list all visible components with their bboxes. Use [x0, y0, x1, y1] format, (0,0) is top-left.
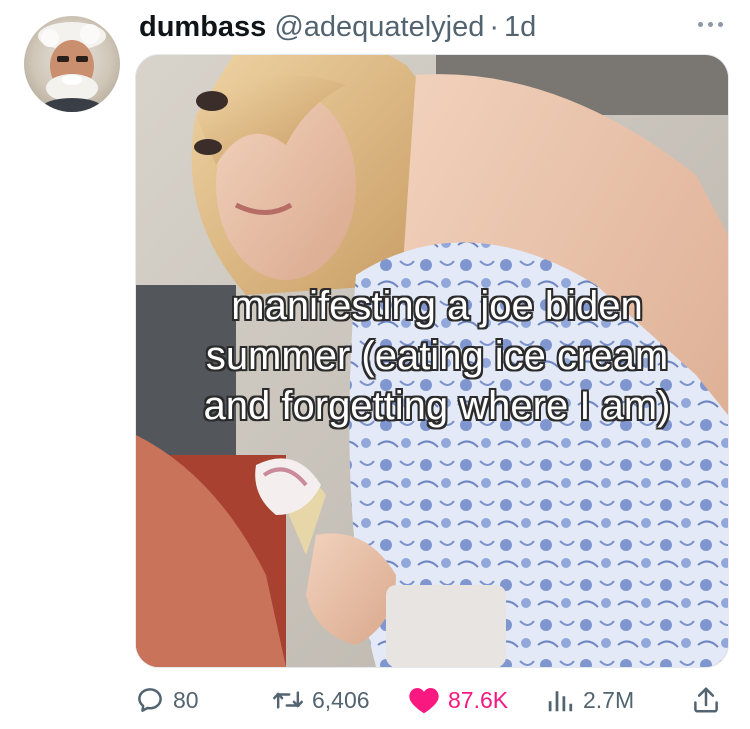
- views-button[interactable]: 2.7M: [545, 680, 634, 720]
- repost-count: 6,406: [312, 686, 370, 713]
- image-caption: manifesting a joe biden summer (eating i…: [152, 281, 722, 431]
- like-count: 87.6K: [448, 686, 509, 713]
- caption-line: and forgetting where I am): [203, 384, 671, 428]
- repost-arrows-icon: [272, 691, 304, 709]
- caption-line: manifesting a joe biden: [231, 284, 643, 328]
- action-bar: 80 6,406 87.6K 2.7M: [135, 680, 727, 720]
- separator-dot: ·: [489, 11, 500, 43]
- reply-count: 80: [173, 686, 199, 713]
- repost-button[interactable]: 6,406: [272, 680, 370, 720]
- reply-bubble-icon: [138, 688, 162, 712]
- display-name[interactable]: dumbass: [139, 10, 266, 44]
- reply-button[interactable]: 80: [135, 680, 199, 720]
- tweet[interactable]: dumbass @adequatelyjed · 1d manifesting …: [0, 0, 750, 729]
- views-count: 2.7M: [583, 686, 635, 713]
- share-button[interactable]: [691, 680, 721, 720]
- avatar[interactable]: [24, 16, 120, 112]
- like-button[interactable]: 87.6K: [408, 680, 508, 720]
- tweet-header: dumbass @adequatelyjed · 1d: [139, 10, 536, 44]
- heart-filled-icon: [409, 688, 439, 714]
- more-dots-icon[interactable]: [690, 12, 730, 36]
- bar-chart-icon: [548, 691, 573, 712]
- timestamp[interactable]: 1d: [504, 10, 536, 44]
- tweet-image[interactable]: manifesting a joe biden summer (eating i…: [135, 54, 729, 668]
- caption-line: summer (eating ice cream: [205, 334, 669, 378]
- share-upload-icon: [694, 687, 718, 713]
- handle[interactable]: @adequatelyjed: [274, 10, 484, 44]
